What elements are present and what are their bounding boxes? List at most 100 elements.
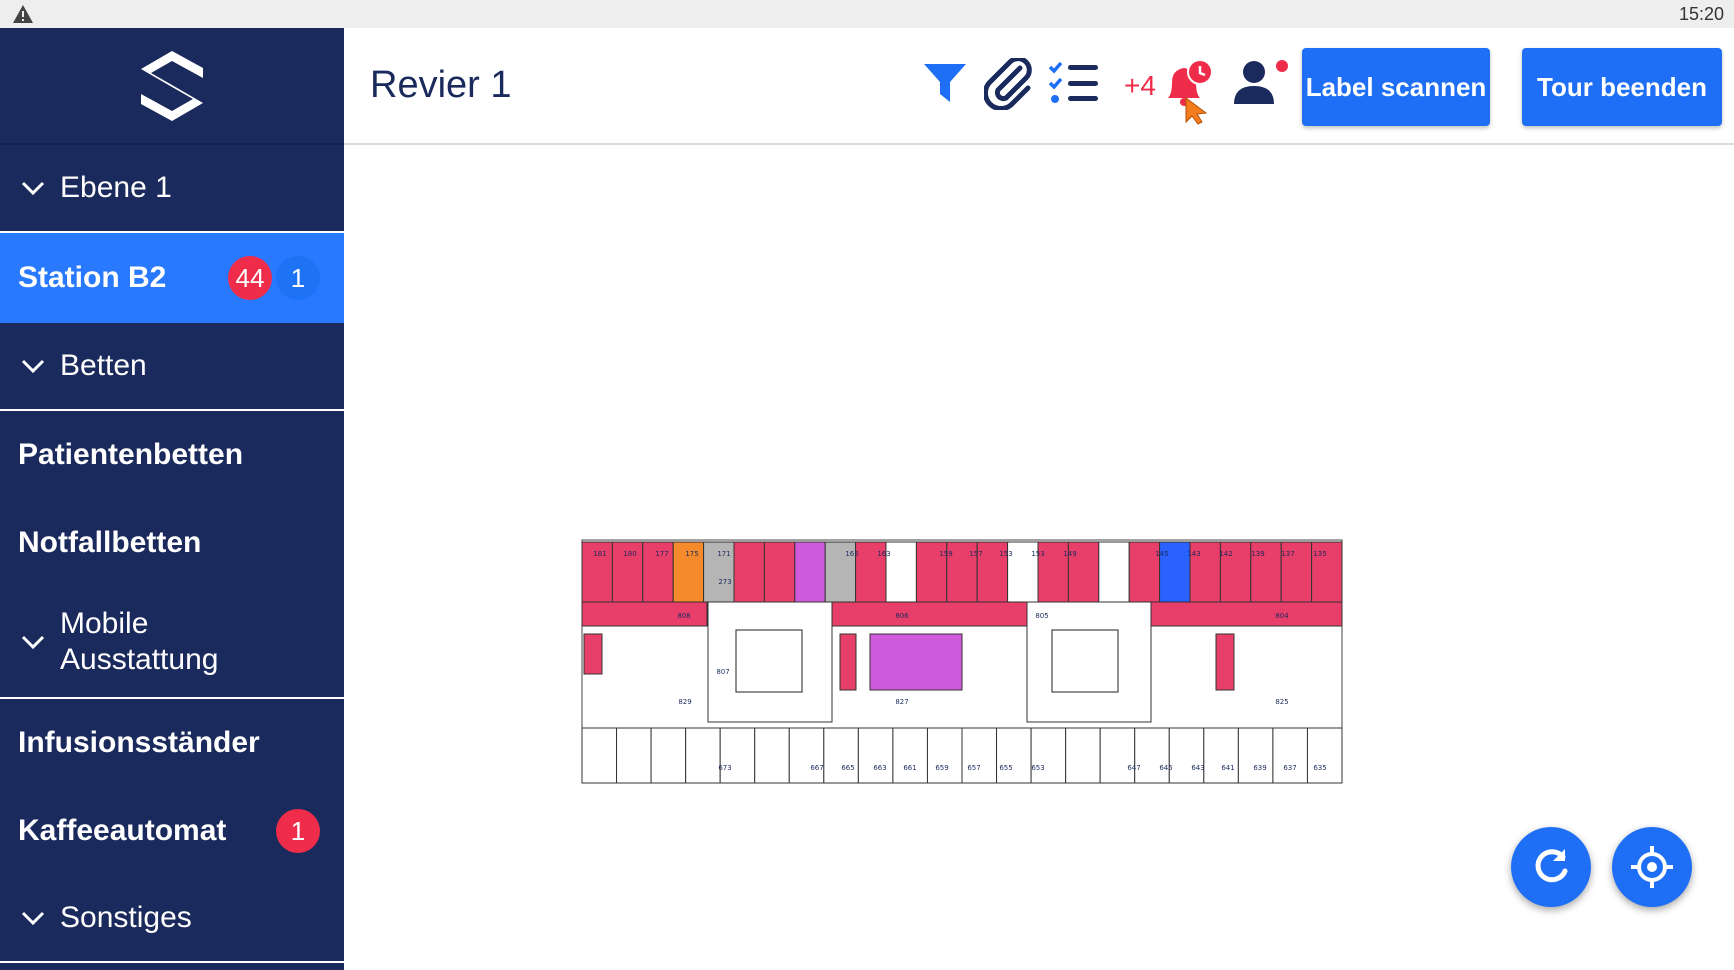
room-number: 641 [1221, 764, 1234, 772]
room-number: 667 [810, 764, 823, 772]
room-bottom [1272, 727, 1308, 784]
sidebar-item-label: Patientenbetten [18, 438, 244, 471]
sidebar-group-betten[interactable]: Betten [0, 323, 344, 411]
sidebar-group-label: Sonstiges [60, 901, 192, 934]
room-number: 149 [1063, 550, 1076, 558]
sidebar-item-kaffeeautomat[interactable]: Kaffeeautomat 1 [0, 787, 344, 875]
area-label: 804 [1275, 612, 1289, 620]
crosshair-icon [1631, 846, 1673, 888]
sidebar-item-patientenbetten[interactable]: Patientenbetten [0, 411, 344, 499]
room-number: 637 [1283, 764, 1296, 772]
room-bottom [1030, 727, 1067, 784]
sidebar-item-label: Notfallbetten [18, 526, 202, 559]
room-number: 647 [1127, 764, 1140, 772]
area-label: 829 [678, 698, 691, 706]
top-bar: Revier 1 +4 Label scannen Tour beenden [344, 28, 1734, 145]
room-bottom [719, 727, 756, 784]
room-bottom [581, 727, 618, 784]
warning-icon [13, 5, 33, 23]
room-top [733, 541, 765, 603]
room-number: 177 [655, 550, 668, 558]
room-number: 142 [1219, 550, 1232, 558]
stairwell-west [735, 629, 803, 693]
alert-count-badge: 44 [228, 256, 272, 300]
room-number: 163 [877, 550, 890, 558]
alert-count-badge: 1 [276, 809, 320, 853]
chevron-down-icon [21, 911, 45, 926]
end-tour-button[interactable]: Tour beenden [1522, 48, 1722, 126]
sidebar-item-station-b2[interactable]: Station B2 44 1 [0, 233, 344, 323]
sidebar-group-ebene-1[interactable]: Ebene 1 [0, 145, 344, 233]
stairwell-east [1051, 629, 1119, 693]
room-bottom [1065, 727, 1101, 784]
room-bottom [616, 727, 652, 784]
room-number: 665 [841, 764, 854, 772]
room-number: 645 [1159, 764, 1172, 772]
room-number: 673 [718, 764, 731, 772]
area-label: 273 [718, 578, 731, 586]
page-title: Revier 1 [370, 64, 512, 106]
locate-button[interactable] [1612, 827, 1692, 907]
floor-plan-map[interactable]: 181 180 177 175 171 165 163 159 157 153 153 149 145 1… [580, 538, 1344, 785]
room-top [794, 541, 826, 603]
notification-overflow-count: +4 [1124, 70, 1156, 101]
room-number: 153 [1031, 550, 1044, 558]
refresh-button[interactable] [1511, 827, 1591, 907]
sidebar-group-label: Mobile Ausstattung [60, 607, 219, 676]
room-far-west [583, 633, 603, 675]
sidebar-group-mobile-ausstattung[interactable]: Mobile Ausstattung [0, 587, 344, 699]
area-label: 806 [895, 612, 909, 620]
sidebar-group-label: Betten [60, 349, 147, 382]
user-icon[interactable] [1232, 58, 1290, 108]
room-bottom [961, 727, 998, 784]
sidebar-group-sonstiges[interactable]: Sonstiges [0, 875, 344, 963]
room-number: 165 [845, 550, 858, 558]
chevron-down-icon [21, 181, 45, 196]
room-bottom [926, 727, 963, 784]
checklist-icon[interactable] [1048, 60, 1100, 106]
room-number: 663 [873, 764, 886, 772]
chevron-down-icon [21, 635, 45, 650]
sidebar-item-notfallbetten[interactable]: Notfallbetten [0, 499, 344, 587]
info-count-badge: 1 [276, 256, 320, 300]
room-number: 145 [1155, 550, 1168, 558]
room-bottom [685, 727, 721, 784]
area-label: 827 [895, 698, 908, 706]
room-bottom [650, 727, 687, 784]
room-number: 153 [999, 550, 1012, 558]
room-bottom [1168, 727, 1205, 784]
room-bottom [1306, 727, 1343, 784]
room-number: 659 [935, 764, 948, 772]
room-bottom [996, 727, 1032, 784]
room-827 [869, 633, 963, 691]
sidebar-group-label: Ebene 1 [60, 171, 172, 204]
attachment-icon[interactable] [984, 58, 1032, 110]
room-top [763, 541, 796, 603]
room-number: 157 [969, 550, 982, 558]
room-number: 175 [685, 550, 698, 558]
room-mid-west [839, 633, 857, 691]
refresh-icon [1535, 849, 1568, 883]
room-number: 653 [1031, 764, 1044, 772]
room-number: 181 [593, 550, 606, 558]
room-bottom [788, 727, 825, 784]
room-number: 643 [1191, 764, 1204, 772]
alarm-bell-icon[interactable] [1162, 58, 1218, 126]
sidebar-item-label: Kaffeeautomat [18, 814, 227, 847]
filter-icon[interactable] [922, 62, 968, 104]
sidebar-item-infusionsstaender[interactable]: Infusionsständer [0, 699, 344, 787]
room-bottom [1237, 727, 1274, 784]
area-label: 805 [1035, 612, 1048, 620]
room-number: 639 [1253, 764, 1266, 772]
room-number: 139 [1251, 550, 1264, 558]
room-bottom [823, 727, 859, 784]
room-number: 159 [939, 550, 952, 558]
room-number: 661 [903, 764, 916, 772]
area-label: 825 [1275, 698, 1288, 706]
room-number: 171 [717, 550, 730, 558]
room-number: 655 [999, 764, 1012, 772]
room-number: 143 [1187, 550, 1200, 558]
room-bottom [892, 727, 928, 784]
corridor-center [831, 601, 1028, 627]
scan-label-button[interactable]: Label scannen [1302, 48, 1490, 126]
